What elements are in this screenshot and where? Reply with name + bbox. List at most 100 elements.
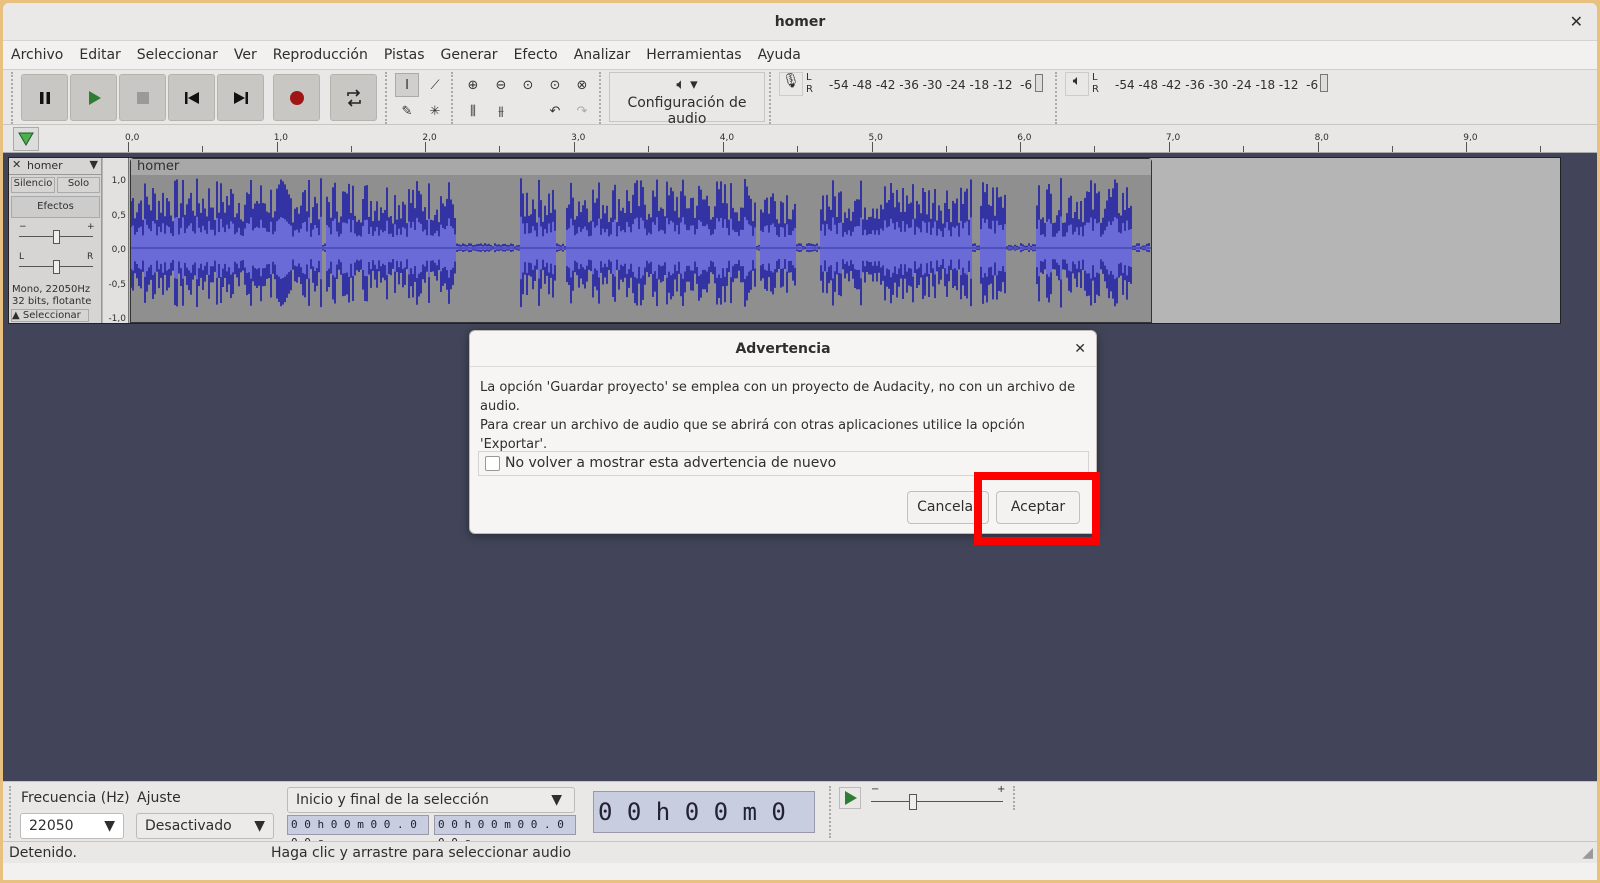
- resize-grip-icon[interactable]: ◢: [1582, 842, 1593, 864]
- vertical-scale[interactable]: 1,0 0,5 0,0 -0,5 -1,0: [103, 158, 129, 324]
- stop-button[interactable]: [119, 74, 166, 121]
- undo-icon[interactable]: ↶: [543, 99, 567, 123]
- time-display[interactable]: 0 0 h 0 0 m 0 0 s: [593, 791, 815, 866]
- playback-speaker-icon[interactable]: 🔈︎: [1065, 72, 1089, 96]
- zoom-toggle-icon[interactable]: ⊗: [570, 73, 594, 97]
- snap-value: Desactivado: [145, 818, 232, 834]
- multi-tool-icon[interactable]: ✳: [423, 99, 447, 123]
- window-close-button[interactable]: ✕: [1570, 3, 1583, 41]
- toolbar-grip[interactable]: [451, 72, 457, 124]
- menu-item-8[interactable]: Analizar: [566, 41, 639, 69]
- ruler-minor-tick: [648, 146, 650, 152]
- dialog-title-bar: Advertencia ✕: [470, 331, 1096, 367]
- play-meter-scale[interactable]: -54 -48 -42 -36 -30 -24 -18 -12 -6: [1115, 78, 1318, 96]
- checkbox-label: No volver a mostrar esta advertencia de …: [505, 455, 837, 471]
- skip-end-button[interactable]: [217, 74, 264, 121]
- ok-button[interactable]: Aceptar: [996, 491, 1080, 524]
- ruler-tick: [722, 142, 724, 152]
- fit-project-icon[interactable]: ⊙: [543, 73, 567, 97]
- waveform[interactable]: [131, 175, 1151, 322]
- toolbar-grip[interactable]: [9, 786, 15, 838]
- menu-item-4[interactable]: Reproducción: [265, 41, 376, 69]
- play-button[interactable]: [70, 74, 117, 121]
- silence-icon[interactable]: ⫵: [489, 99, 513, 123]
- play-head-button[interactable]: [13, 127, 39, 151]
- snap-select[interactable]: Desactivado ▼: [136, 813, 274, 839]
- select-track-button[interactable]: ▲ Seleccionar: [11, 309, 89, 322]
- track-name-bar[interactable]: ✕ homer ▼: [9, 158, 102, 175]
- audio-setup-button[interactable]: 🔈︎ ▾ Configuración de audio: [609, 72, 765, 127]
- trim-icon[interactable]: ⫼: [461, 99, 485, 123]
- audio-clip[interactable]: homer: [130, 158, 1152, 323]
- speed-slider[interactable]: [909, 794, 917, 810]
- dialog-title: Advertencia: [735, 341, 831, 357]
- selection-tool-icon[interactable]: I: [395, 73, 419, 97]
- record-button[interactable]: [273, 74, 320, 121]
- project-rate-value: 22050: [29, 818, 74, 834]
- ruler-tick: [1168, 142, 1170, 152]
- pause-button[interactable]: [21, 74, 68, 121]
- warning-dialog: Advertencia ✕ La opción 'Guardar proyect…: [469, 330, 1097, 534]
- app-window: homer ✕ Archivo Editar Seleccionar Ver Repro…: [3, 3, 1597, 880]
- track-menu-chevron-icon[interactable]: ▼: [90, 158, 98, 171]
- selection-toolbar: Frecuencia (Hz) 22050 ▼ Ajuste Desactiva…: [3, 781, 1597, 866]
- ruler-tick: [1466, 142, 1468, 152]
- zoom-in-icon[interactable]: ⊕: [461, 73, 485, 97]
- menu-item-0[interactable]: Archivo: [3, 41, 71, 69]
- effects-button[interactable]: Efectos: [11, 196, 100, 218]
- menu-item-9[interactable]: Herramientas: [638, 41, 749, 69]
- record-meter-slider[interactable]: [1035, 74, 1043, 92]
- dialog-message-line2: Para crear un archivo de audio que se ab…: [480, 418, 1025, 452]
- menu-item-6[interactable]: Generar: [433, 41, 506, 69]
- loop-button[interactable]: [330, 74, 377, 121]
- timeline-ruler[interactable]: 0,0 1,0 2,0 3,0 4,0 5,0 6,0 7,0 8,0 9,0: [3, 125, 1597, 153]
- envelope-tool-icon[interactable]: ⟋: [423, 73, 447, 97]
- zoom-out-icon[interactable]: ⊖: [489, 73, 513, 97]
- menu-item-1[interactable]: Editar: [71, 41, 128, 69]
- toolbar-grip[interactable]: [769, 72, 775, 124]
- toolbar-grip[interactable]: [1013, 786, 1019, 810]
- pan-slider[interactable]: [53, 260, 60, 274]
- toolbar-grip[interactable]: [385, 72, 391, 124]
- redo-icon[interactable]: ↷: [570, 99, 594, 123]
- track-info-rate: Mono, 22050Hz: [12, 284, 91, 295]
- skip-start-button[interactable]: [168, 74, 215, 121]
- toolbar-grip[interactable]: [11, 72, 17, 124]
- snap-label: Ajuste: [137, 790, 181, 806]
- menu-item-10[interactable]: Ayuda: [750, 41, 809, 69]
- menu-item-2[interactable]: Seleccionar: [129, 41, 226, 69]
- selection-end-time[interactable]: 0 0 h 0 0 m 0 0 . 0 0 0 s: [434, 815, 576, 849]
- menu-item-3[interactable]: Ver: [226, 41, 265, 69]
- record-meter-scale[interactable]: -54 -48 -42 -36 -30 -24 -18 -12 -6: [829, 78, 1032, 96]
- record-icon: [289, 90, 304, 105]
- gain-slider[interactable]: [53, 230, 60, 244]
- chevron-down-icon: ▼: [104, 818, 115, 834]
- toolbar-grip[interactable]: [829, 786, 835, 838]
- play-at-speed-button[interactable]: [839, 787, 861, 809]
- track-close-icon[interactable]: ✕: [12, 158, 21, 171]
- scale-label: 0,5: [111, 210, 126, 221]
- ruler-minor-tick: [1094, 146, 1096, 152]
- draw-tool-icon[interactable]: ✎: [395, 99, 419, 123]
- fit-selection-icon[interactable]: ⊙: [516, 73, 540, 97]
- selection-start-time[interactable]: 0 0 h 0 0 m 0 0 . 0 0 0 s: [287, 815, 429, 849]
- play-meter-slider[interactable]: [1320, 74, 1328, 92]
- clip-name[interactable]: homer: [131, 159, 1151, 175]
- solo-button[interactable]: Solo: [57, 177, 100, 193]
- ruler-minor-tick: [202, 146, 203, 152]
- speed-slider-track: [871, 801, 1003, 802]
- toolbar-grip[interactable]: [1055, 72, 1061, 124]
- selection-mode-select[interactable]: Inicio y final de la selección ▼: [287, 787, 575, 813]
- menu-item-5[interactable]: Pistas: [376, 41, 433, 69]
- ruler-tick: [425, 142, 427, 152]
- toolbar: I ⟋ ✎ ✳ ⊕ ⊖ ⊙ ⊙ ⊗ ⫼ ⫵ ↶ ↷ 🔈︎ ▾ Configura…: [3, 69, 1597, 127]
- dont-show-again-checkbox[interactable]: No volver a mostrar esta advertencia de …: [478, 451, 1089, 476]
- checkbox-box[interactable]: [485, 456, 500, 471]
- microphone-icon[interactable]: 🎙︎: [779, 72, 803, 96]
- menu-item-7[interactable]: Efecto: [506, 41, 566, 69]
- dialog-close-icon[interactable]: ✕: [1074, 331, 1086, 367]
- toolbar-grip[interactable]: [599, 72, 605, 124]
- project-rate-select[interactable]: 22050 ▼: [20, 813, 124, 839]
- cancel-button[interactable]: Cancelar: [907, 491, 989, 524]
- mute-button[interactable]: Silencio: [11, 177, 55, 193]
